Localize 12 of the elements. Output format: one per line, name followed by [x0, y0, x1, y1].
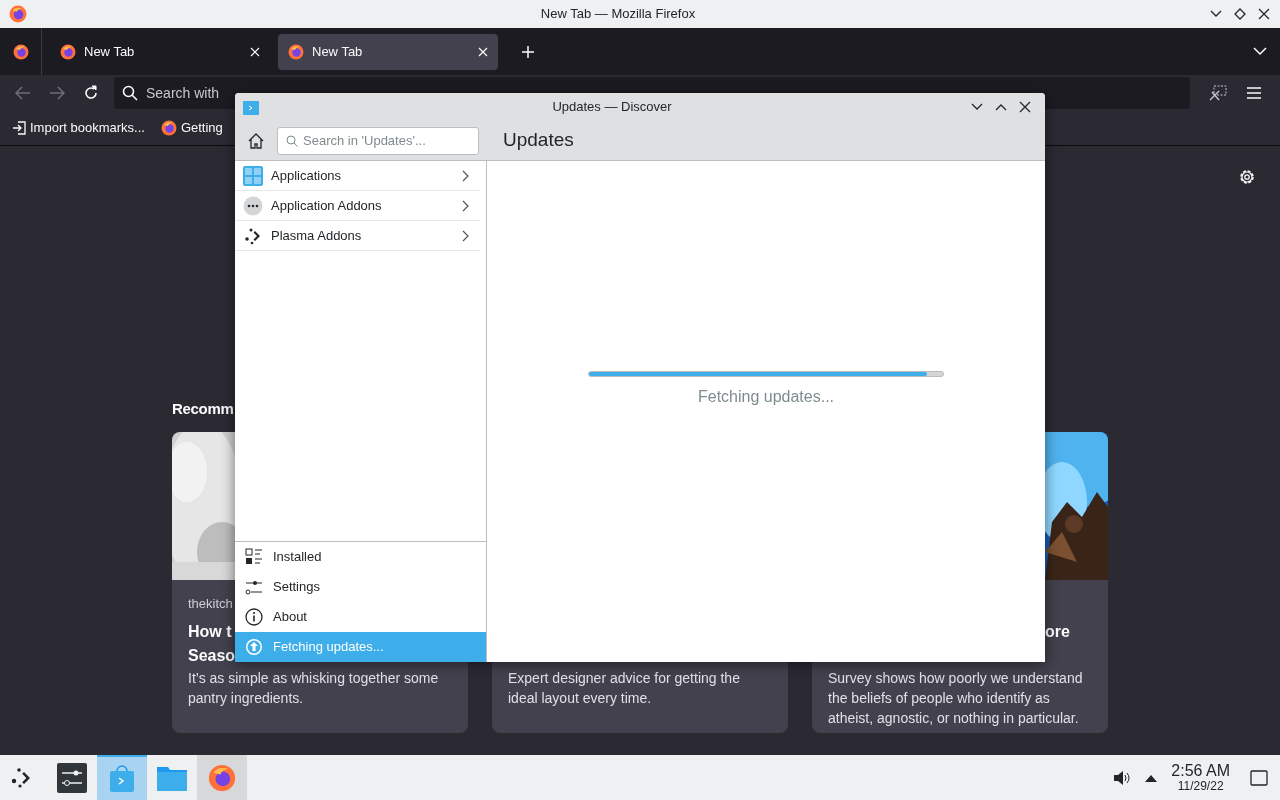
section-heading: Recomm — [172, 399, 234, 419]
story-title: ore — [1045, 621, 1070, 642]
status-text: Fetching updates... — [697, 387, 835, 407]
story-title: How t — [188, 621, 232, 642]
story-excerpt: Survey shows how poorly we understand the beliefs of people who identify as atheist, agnostic, or nothing in particular. — [828, 668, 1084, 728]
story-excerpt: Expert designer advice for getting the ideal layout every time. — [508, 668, 741, 708]
page-title: Updates — [503, 128, 574, 153]
story-title: Seaso — [188, 645, 236, 666]
story-source: thekitch — [188, 595, 234, 613]
window-title: New Tab — Mozilla Firefox — [539, 5, 697, 24]
story-excerpt: It’s as simple as whisking together some pantry ingredients. — [188, 668, 440, 708]
window-title: Updates — Discover — [551, 98, 673, 117]
